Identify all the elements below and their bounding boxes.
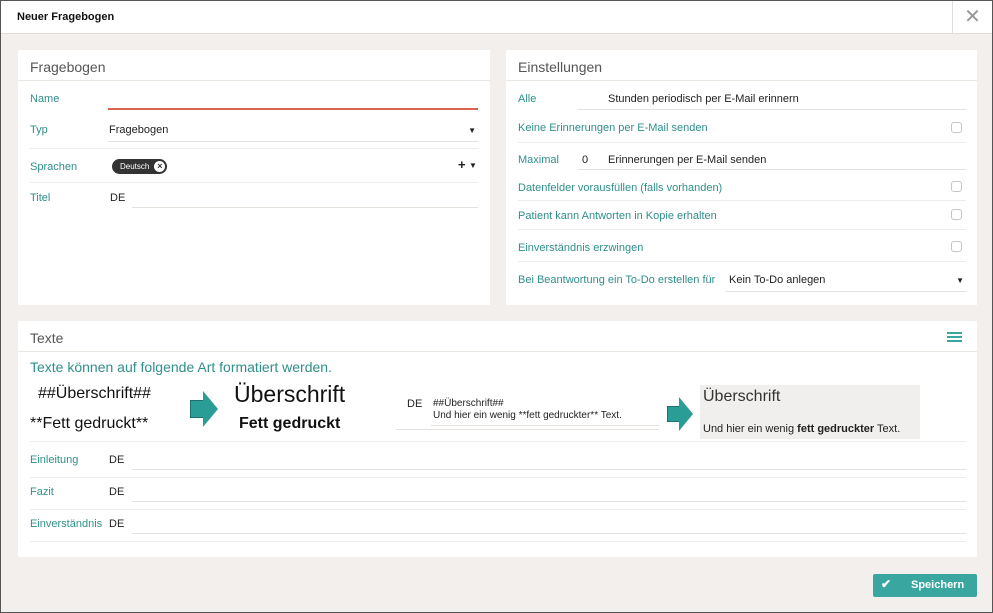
kopie-checkbox[interactable]: [951, 209, 962, 220]
divider: [518, 142, 966, 143]
example-line2: Und hier ein wenig **fett gedruckter** T…: [433, 410, 622, 421]
chevron-down-icon: ▼: [469, 161, 477, 170]
einleitung-label: Einleitung: [30, 454, 79, 466]
md-bold-example: **Fett gedruckt**: [30, 415, 149, 432]
preview-text: Und hier ein wenig: [703, 423, 798, 435]
einverstaendnis-erzwingen-label: Einverständnis erzwingen: [518, 242, 644, 254]
dialog-header: Neuer Fragebogen ✕: [1, 1, 992, 34]
fazit-label: Fazit: [30, 486, 54, 498]
titel-label: Titel: [30, 192, 51, 204]
sprachen-label: Sprachen: [30, 161, 78, 173]
save-button-label: Speichern: [911, 579, 965, 591]
name-label: Name: [30, 93, 60, 105]
einverstaendnis-lang: DE: [109, 518, 125, 530]
divider: [18, 80, 490, 81]
example-lang: DE: [407, 398, 423, 410]
divider: [30, 182, 478, 183]
keine-erinnerungen-checkbox[interactable]: [951, 122, 962, 133]
language-chip: Deutsch ×: [112, 159, 168, 174]
maximal-number: 0: [582, 154, 589, 166]
todo-value: Kein To-Do anlegen: [729, 274, 826, 286]
preview-box: Überschrift Und hier ein wenig fett gedr…: [700, 385, 920, 439]
divider: [30, 148, 478, 149]
hamburger-icon: [947, 331, 963, 343]
einleitung-input[interactable]: [132, 452, 966, 470]
preview-heading: Überschrift: [703, 388, 781, 405]
chevron-down-icon: ▼: [956, 276, 964, 285]
divider: [30, 509, 966, 510]
fragebogen-panel-title: Fragebogen: [30, 59, 106, 75]
einverstaendnis-erzwingen-checkbox[interactable]: [951, 241, 962, 252]
keine-erinnerungen-label: Keine Erinnerungen per E-Mail senden: [518, 122, 708, 134]
example-line1: ##Überschrift##: [433, 398, 504, 409]
example-textarea: ##Überschrift## Und hier ein wenig **fet…: [431, 394, 659, 426]
divider: [518, 200, 966, 201]
check-icon: ✔: [881, 577, 892, 591]
divider: [30, 477, 966, 478]
texte-panel: Texte Texte können auf folgende Art form…: [18, 321, 977, 557]
divider: [18, 351, 977, 352]
format-hint: Texte können auf folgende Art formatiert…: [30, 359, 332, 375]
divider: [30, 541, 966, 542]
dialog: Neuer Fragebogen ✕ Fragebogen Name Typ F…: [0, 0, 993, 613]
menu-button[interactable]: [947, 331, 963, 343]
divider: [506, 80, 977, 81]
typ-label: Typ: [30, 124, 48, 136]
alle-value: Stunden periodisch per E-Mail erinnern: [608, 93, 799, 105]
titel-input[interactable]: [132, 190, 478, 208]
titel-lang: DE: [110, 192, 126, 204]
language-chip-label: Deutsch: [120, 162, 150, 171]
md-heading-example: ##Überschrift##: [38, 385, 151, 402]
divider: [518, 229, 966, 230]
arrow-right-icon: [190, 391, 218, 427]
datenfelder-checkbox[interactable]: [951, 181, 962, 192]
divider: [30, 441, 966, 442]
einstellungen-panel: Einstellungen Alle Stunden periodisch pe…: [506, 50, 977, 305]
fazit-lang: DE: [109, 486, 125, 498]
divider: [518, 261, 966, 262]
texte-panel-title: Texte: [30, 330, 64, 346]
einverstaendnis-input[interactable]: [132, 516, 966, 534]
add-language-button[interactable]: + ▼: [458, 157, 478, 173]
kopie-label: Patient kann Antworten in Kopie erhalten: [518, 210, 717, 222]
maximal-label: Maximal: [518, 154, 559, 166]
datenfelder-label: Datenfelder vorausfüllen (falls vorhande…: [518, 182, 723, 194]
maximal-value: Erinnerungen per E-Mail senden: [608, 154, 767, 166]
fazit-input[interactable]: [132, 484, 966, 502]
arrow-right-icon: [667, 397, 693, 431]
fragebogen-panel: Fragebogen Name Typ Fragebogen ▼ Sprache…: [18, 50, 490, 305]
plus-icon: +: [458, 157, 466, 172]
typ-value: Fragebogen: [109, 124, 169, 136]
einleitung-lang: DE: [109, 454, 125, 466]
rendered-bold-example: Fett gedruckt: [239, 415, 341, 432]
rendered-heading-example: Überschrift: [234, 381, 346, 407]
einstellungen-panel-title: Einstellungen: [518, 59, 603, 75]
preview-text: Text.: [874, 423, 901, 435]
preview-paragraph: Und hier ein wenig fett gedruckter Text.: [703, 423, 900, 435]
einverstaendnis-label: Einverständnis: [30, 518, 103, 530]
divider: [396, 429, 659, 430]
todo-label: Bei Beantwortung ein To-Do erstellen für: [518, 274, 716, 286]
alle-input[interactable]: Stunden periodisch per E-Mail erinnern: [578, 90, 966, 110]
alle-label: Alle: [518, 93, 537, 105]
name-input[interactable]: [108, 92, 478, 110]
close-button[interactable]: ✕: [952, 1, 992, 34]
todo-select[interactable]: Kein To-Do anlegen ▼: [726, 270, 966, 292]
preview-bold-text: fett gedruckter: [797, 423, 875, 435]
dialog-title: Neuer Fragebogen: [17, 11, 115, 23]
close-icon: ✕: [964, 6, 981, 28]
remove-chip-icon[interactable]: ×: [154, 161, 166, 172]
typ-select[interactable]: Fragebogen ▼: [108, 120, 478, 142]
chevron-down-icon: ▼: [468, 126, 476, 135]
save-button[interactable]: ✔ Speichern: [873, 574, 977, 597]
maximal-input[interactable]: 0 Erinnerungen per E-Mail senden: [578, 150, 966, 170]
